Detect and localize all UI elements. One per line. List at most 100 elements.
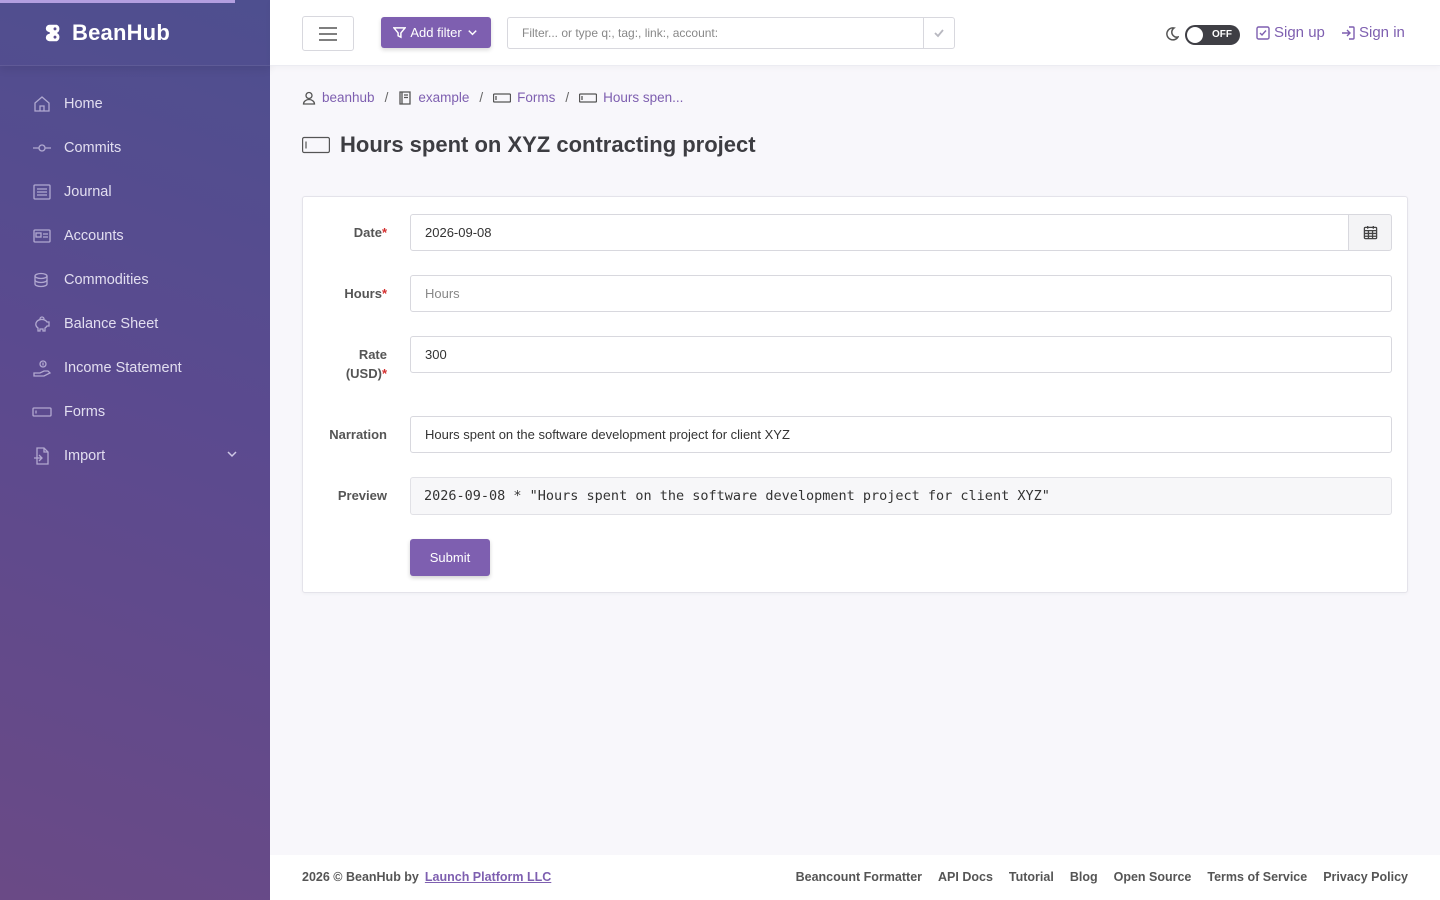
breadcrumb-separator: / (384, 90, 389, 105)
user-icon (302, 91, 316, 105)
footer-link-terms[interactable]: Terms of Service (1207, 870, 1307, 884)
sidebar-item-label: Income Statement (64, 360, 182, 376)
sidebar-item-home[interactable]: Home (0, 82, 270, 126)
form-icon (493, 92, 512, 103)
sidebar-item-commits[interactable]: Commits (0, 126, 270, 170)
sign-in-link[interactable]: Sign in (1341, 24, 1405, 41)
sidebar-item-accounts[interactable]: Accounts (0, 214, 270, 258)
rate-label-line2: (USD) (345, 366, 382, 381)
sidebar-item-label: Forms (64, 404, 106, 420)
hours-field[interactable] (410, 275, 1392, 312)
sidebar-item-label: Import (64, 448, 106, 464)
footer-links: Beancount Formatter API Docs Tutorial Bl… (796, 870, 1408, 884)
dark-mode-toggle[interactable]: OFF (1185, 25, 1240, 45)
filter-search-input[interactable] (507, 17, 924, 49)
preview-output: 2026-09-08 * "Hours spent on the softwar… (410, 477, 1392, 515)
sidebar-item-label: Accounts (64, 228, 124, 244)
date-field[interactable] (410, 214, 1349, 251)
breadcrumb-label: Forms (517, 90, 556, 105)
toggle-knob (1187, 27, 1203, 43)
rate-field[interactable] (410, 336, 1392, 373)
company-link[interactable]: Launch Platform LLC (425, 870, 551, 884)
breadcrumb-separator: / (479, 90, 484, 105)
narration-label: Narration (311, 425, 387, 444)
coins-icon (32, 270, 52, 290)
copyright-text: 2026 © BeanHub by (302, 870, 419, 884)
hours-label-text: Hours (344, 286, 382, 301)
sidebar-toggle-button[interactable] (302, 16, 354, 51)
rate-label-line1: Rate (358, 347, 387, 362)
check-icon (934, 29, 944, 38)
top-bar: Add filter OFF Sign up Sign in (270, 0, 1440, 66)
sidebar-nav: Home Commits Journal Accounts Commoditie… (0, 82, 270, 478)
date-label-text: Date (353, 225, 382, 240)
journal-icon (32, 182, 52, 202)
sidebar-item-label: Commits (64, 140, 122, 156)
page-title: Hours spent on XYZ contracting project (302, 132, 756, 158)
preview-label-text: Preview (337, 488, 387, 503)
footer: 2026 © BeanHub by Launch Platform LLC Bea… (270, 855, 1440, 900)
home-icon (32, 94, 52, 114)
breadcrumb-item-example[interactable]: example (398, 90, 469, 105)
breadcrumb: beanhub / example / Forms / Hours spen..… (302, 90, 683, 105)
moon-icon (1165, 27, 1180, 41)
footer-link-api-docs[interactable]: API Docs (938, 870, 993, 884)
footer-link-beancount-formatter[interactable]: Beancount Formatter (796, 870, 922, 884)
loading-progress-bar (0, 0, 235, 3)
form-icon (32, 402, 52, 422)
form-icon (302, 136, 330, 154)
sign-in-icon (1342, 25, 1355, 40)
footer-link-privacy[interactable]: Privacy Policy (1323, 870, 1408, 884)
sidebar-item-journal[interactable]: Journal (0, 170, 270, 214)
sidebar-item-import[interactable]: Import (0, 434, 270, 478)
breadcrumb-label: beanhub (322, 90, 375, 105)
calendar-icon (1363, 225, 1377, 240)
footer-link-tutorial[interactable]: Tutorial (1009, 870, 1054, 884)
hours-label: Hours* (311, 284, 387, 303)
form-icon (579, 92, 598, 103)
commit-icon (32, 138, 52, 158)
date-label: Date* (311, 223, 387, 242)
sign-in-label: Sign in (1359, 24, 1405, 41)
breadcrumb-item-beanhub[interactable]: beanhub (302, 90, 375, 105)
sidebar-item-label: Home (64, 96, 103, 112)
brand-name: BeanHub (72, 19, 170, 45)
breadcrumb-item-current-form[interactable]: Hours spen... (579, 90, 683, 105)
narration-field[interactable] (410, 416, 1392, 453)
footer-link-blog[interactable]: Blog (1070, 870, 1098, 884)
hamburger-icon (319, 26, 337, 41)
sign-up-link[interactable]: Sign up (1256, 24, 1325, 41)
add-filter-label: Add filter (410, 25, 462, 40)
breadcrumb-separator: / (565, 90, 570, 105)
sidebar-item-label: Commodities (64, 272, 149, 288)
brand-logo[interactable]: BeanHub (44, 20, 170, 46)
sidebar-item-label: Balance Sheet (64, 316, 159, 332)
calendar-button[interactable] (1348, 214, 1392, 251)
chevron-down-icon (226, 448, 238, 460)
chevron-down-icon (467, 30, 477, 36)
required-marker: * (381, 225, 387, 240)
sidebar-item-balance-sheet[interactable]: Balance Sheet (0, 302, 270, 346)
apply-filter-button[interactable] (923, 17, 955, 49)
footer-link-open-source[interactable]: Open Source (1114, 870, 1192, 884)
piggy-bank-icon (32, 314, 52, 334)
preview-label: Preview (311, 486, 387, 505)
form-card: Date* Hours* Rate (USD)* Narration Previ… (302, 196, 1408, 593)
sidebar-item-forms[interactable]: Forms (0, 390, 270, 434)
brand-header: BeanHub (0, 0, 270, 66)
sidebar-item-commodities[interactable]: Commodities (0, 258, 270, 302)
filter-icon (393, 27, 407, 39)
import-icon (32, 446, 52, 466)
breadcrumb-item-forms[interactable]: Forms (493, 90, 555, 105)
sidebar-item-income-statement[interactable]: Income Statement (0, 346, 270, 390)
breadcrumb-label: Hours spen... (603, 90, 684, 105)
add-filter-button[interactable]: Add filter (381, 17, 491, 48)
narration-label-text: Narration (329, 427, 387, 442)
footer-copyright: 2026 © BeanHub by Launch Platform LLC (302, 870, 551, 884)
required-marker: * (381, 286, 387, 301)
submit-button[interactable]: Submit (410, 539, 490, 576)
sidebar-item-label: Journal (64, 184, 112, 200)
page-title-text: Hours spent on XYZ contracting project (340, 132, 756, 157)
income-icon (32, 358, 52, 378)
sidebar: BeanHub Home Commits Journal Accounts Co… (0, 0, 270, 900)
